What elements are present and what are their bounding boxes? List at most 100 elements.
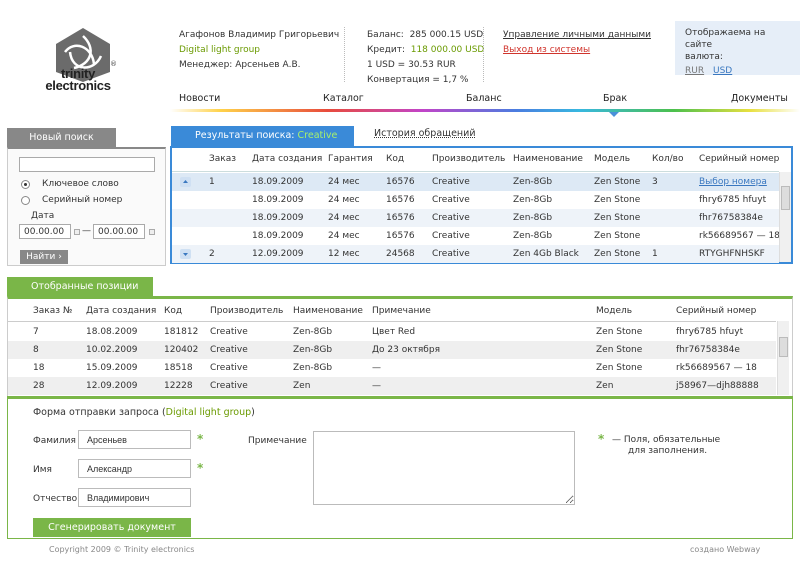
currency-label: Отображаема на сайте [685,28,766,50]
choose-number-link[interactable]: Выбор номера [699,177,767,187]
divider [344,27,345,82]
exchange-rate: 1 USD = 30.53 RUR [367,60,456,70]
table-row[interactable]: 8 10.02.2009 120402 Creative Zen-8Gb До … [8,341,776,359]
calendar-icon[interactable] [149,229,155,235]
table-cell: Zen-8Gb [513,213,553,223]
table-cell: 12.09.2009 [252,249,304,259]
date-from-input[interactable] [19,224,71,239]
table-row[interactable]: 7 18.08.2009 181812 Creative Zen-8Gb Цве… [8,323,776,341]
search-results-tab[interactable]: Результаты поиска: Creative [171,126,354,146]
balance-info: Баланс: 285 000.15 USD Кредит: 118 000.0… [367,28,484,88]
balance-value: 285 000.15 USD [409,30,484,40]
manage-profile-link[interactable]: Управление личными данными [503,28,651,43]
nav-news[interactable]: Новости [179,93,220,104]
table-cell: 120402 [164,345,199,355]
radio-serial[interactable] [21,196,30,205]
table-cell: j58967—djh88888 [676,381,759,391]
table-cell: Creative [432,249,470,259]
table-cell: 1 [652,249,658,259]
col-note: Примечание [372,306,431,316]
table-cell: 18.09.2009 [252,213,304,223]
table-cell: Zen Stone [594,249,641,259]
currency-rur[interactable]: RUR [685,66,704,76]
table-row[interactable]: 28 12.09.2009 12228 Creative Zen — Zen j… [8,377,776,395]
table-row[interactable]: 18 15.09.2009 18518 Creative Zen-8Gb — Z… [8,359,776,377]
history-tab[interactable]: История обращений [374,128,476,139]
copyright: Copyright 2009 © Trinity electronics [49,545,195,554]
table-cell: Zen Stone [594,231,641,241]
scrollbar-thumb[interactable] [779,337,788,357]
radio-keyword[interactable] [21,180,30,189]
selected-items-tab[interactable]: Отобранные позиции [7,277,153,296]
table-cell: fhr76758384e [699,213,763,223]
table-cell: Zen Stone [596,327,643,337]
brand-wordmark: trinity electronics [45,66,111,93]
patronymic-field[interactable] [78,488,191,507]
name-field[interactable] [78,459,191,478]
currency-usd[interactable]: USD [713,66,732,76]
col-order: Заказ [209,154,237,164]
table-cell: Zen-8Gb [513,195,553,205]
col-model: Модель [594,154,631,164]
table-cell: 24568 [386,249,415,259]
find-button[interactable]: Найти › [20,250,68,264]
table-cell: — [372,363,381,373]
form-title-group: Digital light group [165,407,252,418]
divider [8,321,776,322]
divider [483,27,484,82]
active-nav-indicator-icon [609,112,619,117]
results-tab-label: Результаты поиска: [195,130,295,141]
table-cell: 18.09.2009 [252,177,304,187]
table-row[interactable]: 2 12.09.2009 12 мес 24568 Creative Zen 4… [172,245,779,263]
table-row[interactable]: 1 18.09.2009 24 мес 16576 Creative Zen-8… [172,173,779,191]
table-cell: Zen Stone [596,345,643,355]
scrollbar-thumb[interactable] [781,186,790,210]
table-cell: Zen-8Gb [293,345,333,355]
developer-credit[interactable]: создано Webway [690,545,760,554]
table-cell: 18.08.2009 [86,327,138,337]
note-label: Примечание [248,436,307,446]
nav-balance[interactable]: Баланс [466,93,502,104]
col-order-no: Заказ № [33,306,73,316]
expand-arrow-icon[interactable] [180,249,191,259]
table-cell: rk56689567 — 18 [676,363,757,373]
col-manufacturer: Производитель [432,154,506,164]
date-label: Дата [31,211,55,221]
table-cell: Zen-8Gb [293,363,333,373]
collapse-arrow-icon[interactable] [180,177,191,187]
nav-defect[interactable]: Брак [603,93,627,104]
table-cell: RTYGHFNHSKF [699,249,765,259]
table-row[interactable]: 18.09.2009 24 мес 16576 Creative Zen-8Gb… [172,209,779,227]
table-cell: 18.09.2009 [252,231,304,241]
nav-documents[interactable]: Документы [731,93,788,104]
table-cell: Creative [210,363,248,373]
table-cell: 18518 [164,363,193,373]
note-textarea[interactable] [313,431,575,505]
col-code: Код [386,154,405,164]
logout-link[interactable]: Выход из системы [503,43,651,58]
divider [172,171,779,172]
calendar-icon[interactable] [74,229,80,235]
table-row[interactable]: 18.09.2009 24 мес 16576 Creative Zen-8Gb… [172,191,779,209]
credit-value: 118 000.00 USD [410,45,485,55]
generate-document-button[interactable]: Сгенерировать документ [33,518,191,537]
new-search-tab[interactable]: Новый поиск [7,128,116,147]
table-row[interactable]: 18.09.2009 24 мес 16576 Creative Zen-8Gb… [172,227,780,245]
selected-scrollbar[interactable] [777,321,789,395]
surname-field[interactable] [78,430,191,449]
table-cell: 12.09.2009 [86,381,138,391]
nav-catalog[interactable]: Каталог [323,93,364,104]
col-created: Дата создания [252,154,323,164]
user-info: Агафонов Владимир Григорьевич Digital li… [179,28,339,73]
table-cell: 12228 [164,381,193,391]
name-label: Имя [33,465,52,475]
date-to-input[interactable] [93,224,145,239]
surname-label: Фамилия [33,436,76,446]
col-serial: Серийный номер [699,154,780,164]
table-cell: 18.09.2009 [252,195,304,205]
table-cell: Zen-8Gb [513,177,553,187]
col-created: Дата создания [86,306,157,316]
search-input[interactable] [19,157,155,172]
account-links: Управление личными данными Выход из сист… [503,28,651,58]
results-scrollbar[interactable] [779,172,791,262]
